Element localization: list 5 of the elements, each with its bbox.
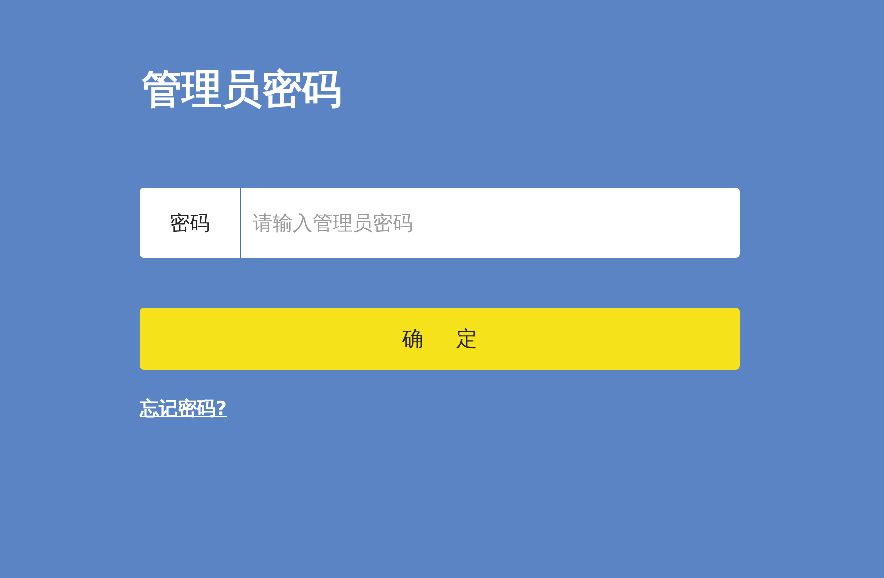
- password-field[interactable]: 请输入管理员密码: [241, 188, 740, 258]
- page-title: 管理员密码: [142, 66, 342, 115]
- confirm-button[interactable]: 确 定: [140, 308, 740, 370]
- forgot-password-link[interactable]: 忘记密码?: [140, 396, 228, 422]
- field-label: 密码: [140, 188, 241, 258]
